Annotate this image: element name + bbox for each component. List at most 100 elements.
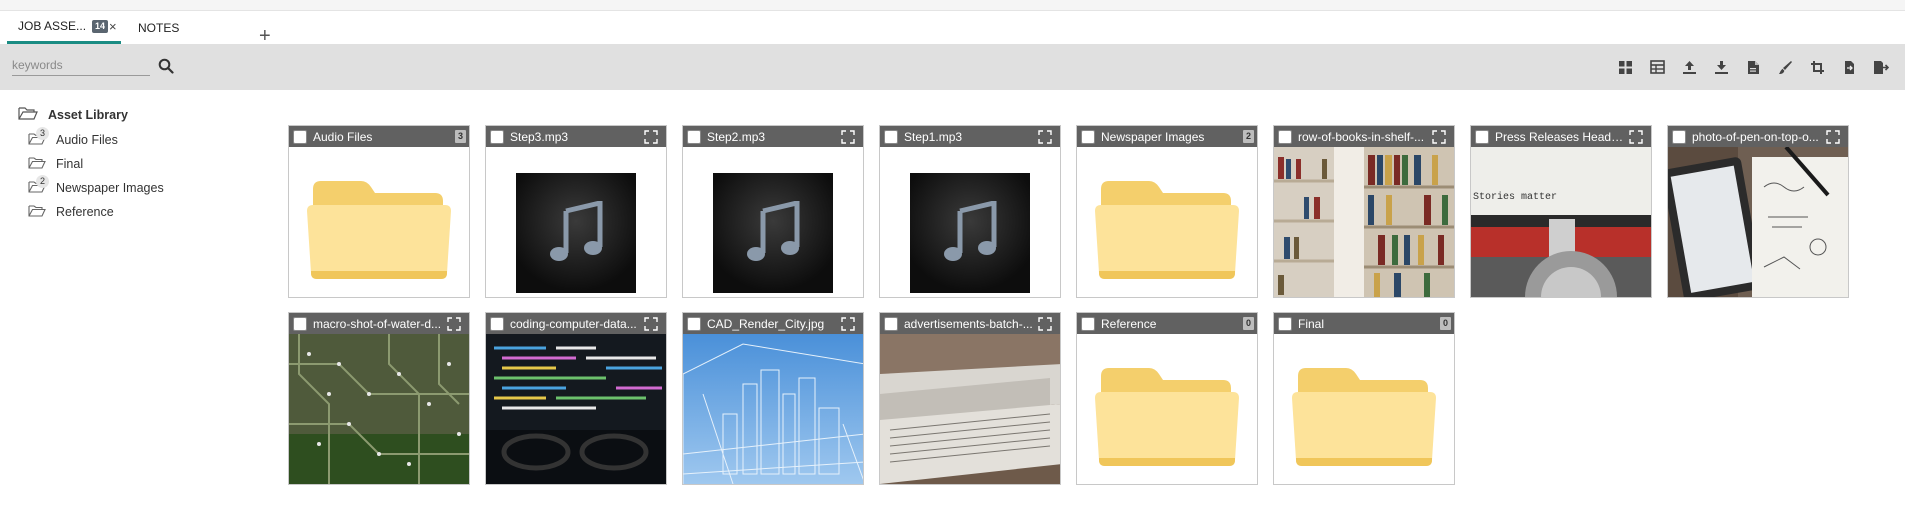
sidebar-tree: Asset Library 3 Audio Files Final 2 News… <box>0 90 270 508</box>
table-view-icon[interactable] <box>1647 57 1667 77</box>
tab-label: JOB ASSE... <box>18 19 87 33</box>
search-input[interactable] <box>12 54 150 76</box>
tile-count-badge: 0 <box>1440 317 1451 330</box>
tile-checkbox[interactable] <box>1081 129 1095 144</box>
asset-tile-folder[interactable]: Newspaper Images 2 <box>1076 125 1258 298</box>
tile-checkbox[interactable] <box>1278 129 1292 144</box>
tab-bar: JOB ASSE... 14 × NOTES + <box>0 11 1905 46</box>
tile-checkbox[interactable] <box>1672 129 1686 144</box>
tile-name: coding-computer-data... <box>510 316 637 331</box>
tile-name: row-of-books-in-shelf-... <box>1298 129 1425 144</box>
asset-tile-image[interactable]: row-of-books-in-shelf-... <box>1273 125 1455 298</box>
search-icon[interactable] <box>158 58 174 74</box>
tile-checkbox[interactable] <box>490 316 504 331</box>
expand-icon[interactable] <box>1038 129 1052 144</box>
tree-root-label: Asset Library <box>48 107 128 122</box>
expand-icon[interactable] <box>447 316 461 331</box>
tile-checkbox[interactable] <box>1475 129 1489 144</box>
brush-icon[interactable] <box>1775 57 1795 77</box>
sidebar-item-reference[interactable]: Reference <box>28 204 114 220</box>
tile-header: Final 0 <box>1274 313 1454 334</box>
tile-checkbox[interactable] <box>1278 316 1292 331</box>
folder-open-icon: 2 <box>28 175 49 196</box>
tile-thumbnail <box>880 147 1060 297</box>
asset-tile-folder[interactable]: Reference 0 <box>1076 312 1258 485</box>
image-thumbnail-bookshelves <box>1274 147 1454 297</box>
asset-tile-image[interactable]: macro-shot-of-water-d... <box>288 312 470 485</box>
asset-tile-image[interactable]: photo-of-pen-on-top-o... <box>1667 125 1849 298</box>
sidebar-item-label: Audio Files <box>56 133 118 147</box>
logout-icon[interactable] <box>1871 57 1891 77</box>
asset-tile-audio[interactable]: Step3.mp3 <box>485 125 667 298</box>
tile-name: Reference <box>1101 316 1157 331</box>
asset-tile-image[interactable]: Press Releases Heade... Stories matter <box>1470 125 1652 298</box>
download-icon[interactable] <box>1711 57 1731 77</box>
tile-name: Final <box>1298 316 1325 331</box>
tile-count-badge: 2 <box>1243 130 1254 143</box>
tile-header: row-of-books-in-shelf-... <box>1274 126 1454 147</box>
folder-icon <box>1292 368 1436 466</box>
expand-icon[interactable] <box>841 316 855 331</box>
tile-thumbnail <box>486 147 666 297</box>
image-thumbnail-typewriter: Stories matter <box>1471 147 1651 297</box>
tile-checkbox[interactable] <box>293 129 307 144</box>
tile-header: advertisements-batch-... <box>880 313 1060 334</box>
music-note-icon <box>516 173 636 293</box>
toolbar <box>0 44 1905 90</box>
asset-tile-audio[interactable]: Step2.mp3 <box>682 125 864 298</box>
add-tab-button[interactable]: + <box>259 26 271 46</box>
asset-tile-folder[interactable]: Audio Files 3 <box>288 125 470 298</box>
tile-checkbox[interactable] <box>884 129 898 144</box>
close-icon[interactable]: × <box>109 19 117 34</box>
tile-name: CAD_Render_City.jpg <box>707 316 825 331</box>
asset-tile-folder[interactable]: Final 0 <box>1273 312 1455 485</box>
tab-label: NOTES <box>138 20 180 35</box>
typewriter-text: Stories matter <box>1473 191 1557 203</box>
tile-name: Audio Files <box>313 129 373 144</box>
tab-notes[interactable]: NOTES <box>138 11 179 44</box>
expand-icon[interactable] <box>1629 129 1643 144</box>
tile-header: coding-computer-data... <box>486 313 666 334</box>
expand-icon[interactable] <box>1038 316 1052 331</box>
expand-icon[interactable] <box>1826 129 1840 144</box>
tile-name: Press Releases Heade... <box>1495 129 1625 144</box>
tile-count-badge: 3 <box>455 130 466 143</box>
expand-icon[interactable] <box>1432 129 1446 144</box>
sidebar-item-final[interactable]: Final <box>28 156 83 172</box>
asset-tile-image[interactable]: coding-computer-data... <box>485 312 667 485</box>
sidebar-item-label: Final <box>56 157 84 171</box>
tile-checkbox[interactable] <box>293 316 307 331</box>
sidebar-item-audio-files[interactable]: 3 Audio Files <box>28 127 118 148</box>
export-icon[interactable] <box>1839 57 1859 77</box>
tab-job-assets[interactable]: JOB ASSE... 14 × <box>7 11 121 44</box>
tile-checkbox[interactable] <box>687 316 701 331</box>
asset-tile-image[interactable]: advertisements-batch-... <box>879 312 1061 485</box>
expand-icon[interactable] <box>644 129 658 144</box>
tile-checkbox[interactable] <box>884 316 898 331</box>
folder-open-icon: 3 <box>28 127 49 148</box>
music-note-icon <box>713 173 833 293</box>
top-strip <box>0 0 1905 11</box>
tile-header: Newspaper Images 2 <box>1077 126 1257 147</box>
grid-view-icon[interactable] <box>1615 57 1635 77</box>
asset-tile-audio[interactable]: Step1.mp3 <box>879 125 1061 298</box>
expand-icon[interactable] <box>841 129 855 144</box>
tile-checkbox[interactable] <box>1081 316 1095 331</box>
tile-header: photo-of-pen-on-top-o... <box>1668 126 1848 147</box>
sidebar-item-newspaper-images[interactable]: 2 Newspaper Images <box>28 175 164 196</box>
expand-icon[interactable] <box>644 316 658 331</box>
image-thumbnail-tablet-notebook <box>1668 145 1848 297</box>
asset-tile-image[interactable]: CAD_Render_City.jpg <box>682 312 864 485</box>
upload-icon[interactable] <box>1679 57 1699 77</box>
tile-checkbox[interactable] <box>687 129 701 144</box>
file-icon[interactable] <box>1743 57 1763 77</box>
crop-icon[interactable] <box>1807 57 1827 77</box>
tree-root-asset-library[interactable]: Asset Library <box>18 106 128 123</box>
tile-checkbox[interactable] <box>490 129 504 144</box>
sidebar-item-label: Newspaper Images <box>56 181 164 195</box>
toolbar-actions <box>1615 57 1891 77</box>
tile-header: Reference 0 <box>1077 313 1257 334</box>
tile-thumbnail <box>1077 147 1257 297</box>
tile-header: Step2.mp3 <box>683 126 863 147</box>
tile-header: Step1.mp3 <box>880 126 1060 147</box>
